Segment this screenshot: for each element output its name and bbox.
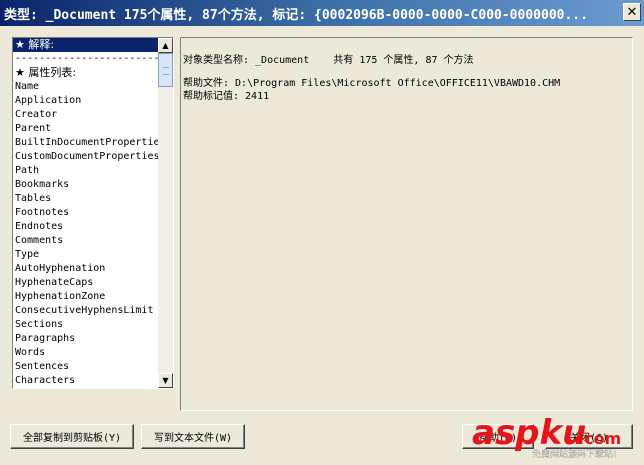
close-icon[interactable]: ✕ [623,3,641,21]
list-section-header[interactable]: ★ 属性列表: [13,66,158,80]
scroll-up-icon[interactable]: ▲ [158,38,173,53]
list-item[interactable]: CustomDocumentProperties [13,150,158,164]
list-item[interactable]: Type [13,248,158,262]
object-type-line: 对象类型名称: _Document 共有 175 个属性, 87 个方法 [183,55,474,66]
title-bar[interactable]: 类型: _Document 175个属性, 87个方法, 标记: {000209… [0,0,644,26]
list-item[interactable]: Name [13,80,158,94]
list-item[interactable]: Endnotes [13,220,158,234]
list-item[interactable]: ConsecutiveHyphensLimit [13,304,158,318]
list-item[interactable]: Sections [13,318,158,332]
list-item[interactable]: HyphenateCaps [13,276,158,290]
list-item[interactable]: Parent [13,122,158,136]
member-list: ★ 解释: ------------------------ ★ 属性列表: Name… [13,38,158,388]
list-item[interactable]: Words [13,346,158,360]
list-item[interactable]: HyphenationZone [13,290,158,304]
scroll-down-icon[interactable]: ▼ [158,373,173,388]
list-item[interactable]: Characters [13,374,158,388]
help-context-line: 帮助标记值: 2411 [183,91,270,102]
info-panel: 对象类型名称: _Document 共有 175 个属性, 87 个方法 帮助文… [180,37,633,411]
list-scrollbar[interactable]: ▲ ▼ [158,38,173,388]
copy-all-button[interactable]: 全部复制到剪贴板(Y) [10,424,134,449]
list-item[interactable]: Sentences [13,360,158,374]
window-title: 类型: _Document 175个属性, 87个方法, 标记: {000209… [4,8,588,23]
list-item[interactable]: Tables [13,192,158,206]
aspku-watermark: aspku .com 免费网站源码下载站! [472,413,621,460]
watermark-suffix: .com [578,429,621,448]
watermark-tagline: 免费网站源码下载站! [532,448,617,460]
list-item[interactable]: Application [13,94,158,108]
list-item[interactable]: Footnotes [13,206,158,220]
list-item[interactable]: AutoHyphenation [13,262,158,276]
list-item[interactable]: Paragraphs [13,332,158,346]
list-divider[interactable]: ------------------------ [13,52,158,66]
write-file-button[interactable]: 写到文本文件(W) [141,424,245,449]
class-browser-window: 类型: _Document 175个属性, 87个方法, 标记: {000209… [0,0,644,465]
list-item[interactable]: Path [13,164,158,178]
list-section-header[interactable]: ★ 解释: [13,38,158,52]
list-item[interactable]: BuiltInDocumentPropertie [13,136,158,150]
watermark-brand: aspku [472,413,586,453]
list-item[interactable]: Bookmarks [13,178,158,192]
list-item[interactable]: Creator [13,108,158,122]
member-listbox[interactable]: ★ 解释: ------------------------ ★ 属性列表: Name… [12,37,174,389]
scroll-thumb[interactable] [158,53,173,87]
list-item[interactable]: Comments [13,234,158,248]
